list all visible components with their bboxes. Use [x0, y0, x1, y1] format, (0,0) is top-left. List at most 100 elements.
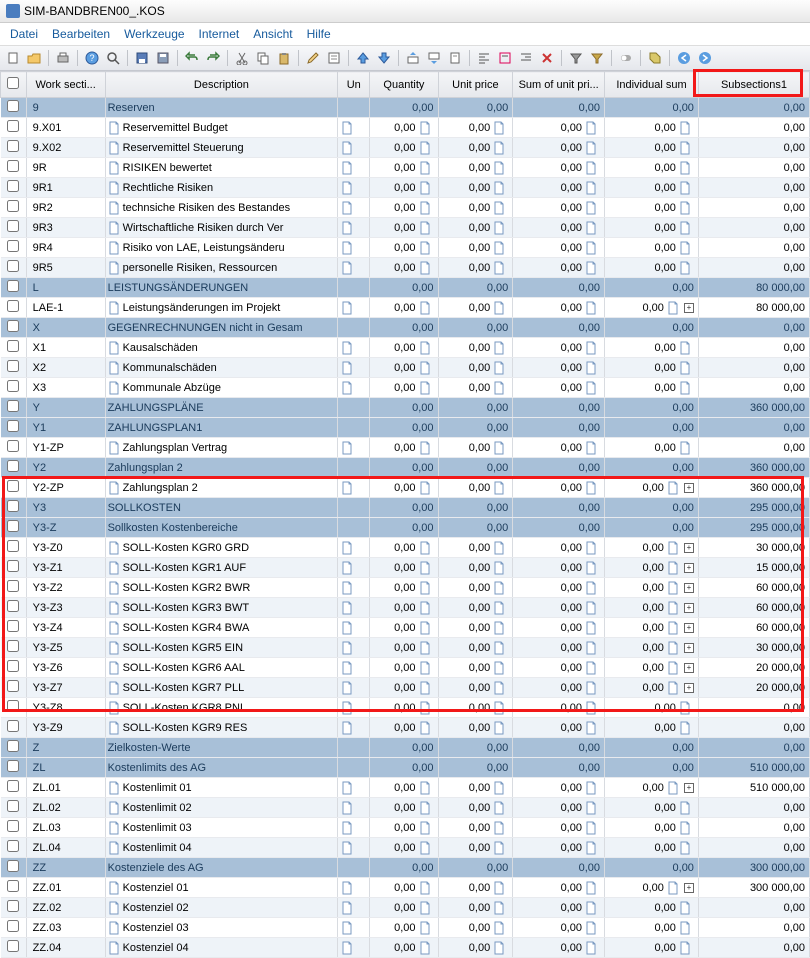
cell-code[interactable]: ZZ.01	[26, 878, 105, 898]
table-row[interactable]: ZZ.03Kostenziel 030,00 0,00 0,00 0,00 0,…	[1, 918, 810, 938]
cell-code[interactable]: 9	[26, 98, 105, 118]
cell-individual-sum[interactable]: 0,00	[605, 178, 699, 198]
cell-individual-sum[interactable]: 0,00	[605, 718, 699, 738]
toolbar-redo-icon[interactable]	[204, 49, 222, 67]
cell-unit[interactable]	[338, 498, 370, 518]
toolbar-align-l-icon[interactable]	[475, 49, 493, 67]
cell-qty[interactable]: 0,00	[370, 678, 438, 698]
cell-description[interactable]: Zielkosten-Werte	[105, 738, 338, 758]
cell-individual-sum[interactable]: 0,00	[605, 118, 699, 138]
row-checkbox[interactable]	[7, 660, 19, 672]
cell-individual-sum[interactable]: 0,00	[605, 218, 699, 238]
table-row[interactable]: Y3-Z6SOLL-Kosten KGR6 AAL0,00 0,00 0,00 …	[1, 658, 810, 678]
cell-code[interactable]: Y3-Z7	[26, 678, 105, 698]
cell-description[interactable]: SOLL-Kosten KGR8 PNL	[105, 698, 338, 718]
col-sum-unit-price[interactable]: Sum of unit pri...	[513, 72, 605, 98]
cell-subsections[interactable]: 80 000,00	[698, 298, 809, 318]
cell-up[interactable]: 0,00	[438, 98, 513, 118]
cell-subsections[interactable]: 60 000,00	[698, 598, 809, 618]
cell-sum[interactable]: 0,00	[513, 198, 605, 218]
cell-up[interactable]: 0,00	[438, 598, 513, 618]
cell-up[interactable]: 0,00	[438, 578, 513, 598]
cell-unit[interactable]	[338, 938, 370, 958]
cell-code[interactable]: 9R	[26, 158, 105, 178]
table-row[interactable]: Y3-Z3SOLL-Kosten KGR3 BWT0,00 0,00 0,00 …	[1, 598, 810, 618]
cell-code[interactable]: 9R1	[26, 178, 105, 198]
cell-subsections[interactable]: 60 000,00	[698, 578, 809, 598]
cell-sum[interactable]: 0,00	[513, 638, 605, 658]
toolbar-filter-icon[interactable]	[567, 49, 585, 67]
table-row[interactable]: Y3-Z7SOLL-Kosten KGR7 PLL0,00 0,00 0,00 …	[1, 678, 810, 698]
cell-code[interactable]: ZL	[26, 758, 105, 778]
cell-unit[interactable]	[338, 558, 370, 578]
cell-qty[interactable]: 0,00	[370, 498, 438, 518]
cell-code[interactable]: ZL.01	[26, 778, 105, 798]
cell-subsections[interactable]: 510 000,00	[698, 778, 809, 798]
expand-icon[interactable]: +	[684, 883, 694, 893]
cell-up[interactable]: 0,00	[438, 218, 513, 238]
table-row[interactable]: YZAHLUNGSPLÄNE0,000,000,000,00360 000,00	[1, 398, 810, 418]
cell-qty[interactable]: 0,00	[370, 558, 438, 578]
cell-code[interactable]: Y1-ZP	[26, 438, 105, 458]
cell-individual-sum[interactable]: 0,00 +	[605, 478, 699, 498]
cell-unit[interactable]	[338, 838, 370, 858]
cell-unit[interactable]	[338, 658, 370, 678]
row-checkbox[interactable]	[7, 380, 19, 392]
cell-qty[interactable]: 0,00	[370, 598, 438, 618]
cell-unit[interactable]	[338, 538, 370, 558]
cell-up[interactable]: 0,00	[438, 838, 513, 858]
cell-individual-sum[interactable]: 0,00	[605, 518, 699, 538]
cell-subsections[interactable]: 0,00	[698, 98, 809, 118]
cell-unit[interactable]	[338, 378, 370, 398]
cell-code[interactable]: Z	[26, 738, 105, 758]
cell-description[interactable]: Zahlungsplan Vertrag	[105, 438, 338, 458]
cell-sum[interactable]: 0,00	[513, 818, 605, 838]
cell-up[interactable]: 0,00	[438, 918, 513, 938]
cell-subsections[interactable]: 0,00	[698, 938, 809, 958]
cell-subsections[interactable]: 0,00	[698, 178, 809, 198]
cell-code[interactable]: Y3-Z9	[26, 718, 105, 738]
cell-up[interactable]: 0,00	[438, 258, 513, 278]
row-checkbox[interactable]	[7, 520, 19, 532]
table-row[interactable]: 9R4Risiko von LAE, Leistungsänderu0,00 0…	[1, 238, 810, 258]
cell-description[interactable]: Rechtliche Risiken	[105, 178, 338, 198]
cell-description[interactable]: Kostenlimit 04	[105, 838, 338, 858]
cell-description[interactable]: Kostenziel 04	[105, 938, 338, 958]
cell-sum[interactable]: 0,00	[513, 338, 605, 358]
cell-qty[interactable]: 0,00	[370, 518, 438, 538]
cell-sum[interactable]: 0,00	[513, 258, 605, 278]
cell-qty[interactable]: 0,00	[370, 798, 438, 818]
toolbar-cut-icon[interactable]	[233, 49, 251, 67]
cell-subsections[interactable]: 30 000,00	[698, 538, 809, 558]
cell-individual-sum[interactable]: 0,00	[605, 238, 699, 258]
row-checkbox[interactable]	[7, 940, 19, 952]
cell-up[interactable]: 0,00	[438, 398, 513, 418]
cell-subsections[interactable]: 0,00	[698, 198, 809, 218]
cell-up[interactable]: 0,00	[438, 438, 513, 458]
table-row[interactable]: 9R2technsiche Risiken des Bestandes0,00 …	[1, 198, 810, 218]
expand-icon[interactable]: +	[684, 783, 694, 793]
cell-sum[interactable]: 0,00	[513, 458, 605, 478]
cell-individual-sum[interactable]: 0,00	[605, 798, 699, 818]
toolbar-tag-icon[interactable]	[646, 49, 664, 67]
cell-description[interactable]: GEGENRECHNUNGEN nicht in Gesam	[105, 318, 338, 338]
cell-sum[interactable]: 0,00	[513, 138, 605, 158]
col-checkbox[interactable]	[1, 72, 27, 98]
toolbar-copy-icon[interactable]	[254, 49, 272, 67]
cell-description[interactable]: ZAHLUNGSPLÄNE	[105, 398, 338, 418]
cell-subsections[interactable]: 0,00	[698, 698, 809, 718]
cell-up[interactable]: 0,00	[438, 638, 513, 658]
cell-code[interactable]: Y3-Z1	[26, 558, 105, 578]
cell-description[interactable]: SOLL-Kosten KGR0 GRD	[105, 538, 338, 558]
cell-sum[interactable]: 0,00	[513, 398, 605, 418]
cell-sum[interactable]: 0,00	[513, 598, 605, 618]
row-checkbox[interactable]	[7, 420, 19, 432]
cell-individual-sum[interactable]: 0,00 +	[605, 878, 699, 898]
cell-unit[interactable]	[338, 318, 370, 338]
row-checkbox[interactable]	[7, 680, 19, 692]
toolbar-up-icon[interactable]	[354, 49, 372, 67]
row-checkbox[interactable]	[7, 140, 19, 152]
cell-subsections[interactable]: 0,00	[698, 838, 809, 858]
table-row[interactable]: X2Kommunalschäden0,00 0,00 0,00 0,00 0,0…	[1, 358, 810, 378]
cell-subsections[interactable]: 0,00	[698, 138, 809, 158]
